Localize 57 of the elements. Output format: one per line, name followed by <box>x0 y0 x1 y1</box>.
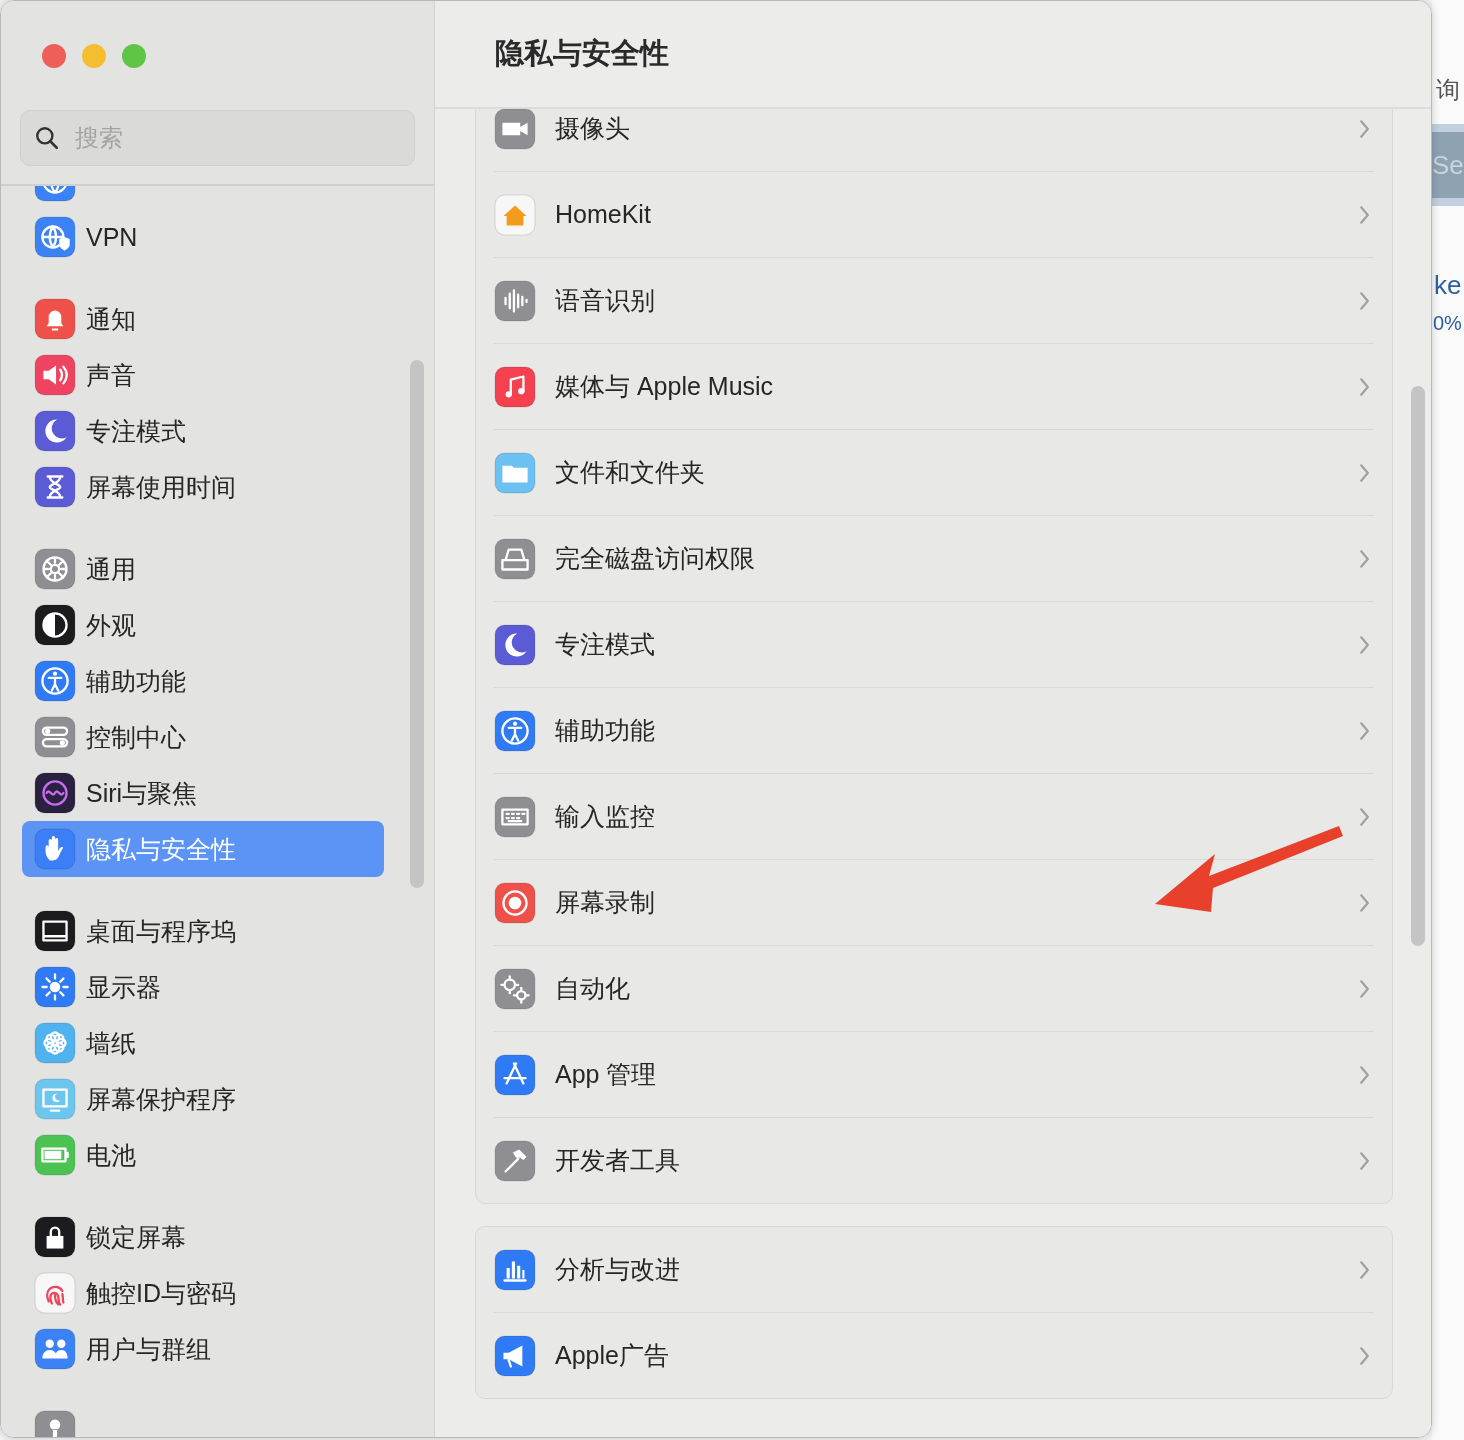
settings-row[interactable]: 语音识别 <box>494 258 1374 344</box>
chevron-icon <box>1359 376 1370 397</box>
sidebar-item[interactable]: 桌面与程序坞 <box>22 903 384 959</box>
chevron-icon <box>1359 1345 1370 1366</box>
scrollbar[interactable] <box>1411 386 1425 946</box>
minimize-button[interactable] <box>82 44 106 68</box>
settings-row[interactable]: 辅助功能 <box>494 688 1374 774</box>
close-button[interactable] <box>42 44 66 68</box>
chevron-icon <box>1359 806 1370 827</box>
settings-row[interactable]: 媒体与 Apple Music <box>494 344 1374 430</box>
sidebar-item[interactable]: 通知 <box>22 291 384 347</box>
background-text: 询 <box>1436 75 1460 105</box>
settings-row[interactable]: 专注模式 <box>494 602 1374 688</box>
sidebar-item[interactable]: 专注模式 <box>22 403 384 459</box>
search-icon <box>34 125 60 151</box>
chevron-icon <box>1359 634 1370 655</box>
sidebar-item[interactable]: 声音 <box>22 347 384 403</box>
settings-row[interactable]: 文件和文件夹 <box>494 430 1374 516</box>
sidebar-item[interactable]: VPN <box>22 209 384 265</box>
settings-row[interactable]: 摄像头 <box>494 109 1374 172</box>
settings-row[interactable]: 分析与改进 <box>494 1227 1374 1313</box>
settings-row[interactable]: App 管理 <box>494 1032 1374 1118</box>
chevron-icon <box>1359 548 1370 569</box>
settings-row[interactable]: HomeKit <box>494 172 1374 258</box>
search-bar: Se <box>1432 124 1464 206</box>
chevron-icon <box>1359 204 1370 225</box>
settings-row[interactable]: Apple广告 <box>494 1313 1374 1398</box>
sidebar-item[interactable]: 锁定屏幕 <box>22 1209 384 1265</box>
chevron-icon <box>1359 892 1370 913</box>
settings-row[interactable]: 开发者工具 <box>494 1118 1374 1203</box>
sidebar-item[interactable]: 触控ID与密码 <box>22 1265 384 1321</box>
chevron-icon <box>1359 1150 1370 1171</box>
chevron-icon <box>1359 978 1370 999</box>
sidebar-item[interactable]: 控制中心 <box>22 709 384 765</box>
sidebar-item[interactable]: 显示器 <box>22 959 384 1015</box>
sidebar-item[interactable]: 辅助功能 <box>22 653 384 709</box>
window-title: 隐私与安全性 <box>495 36 669 71</box>
scrollbar[interactable] <box>410 360 424 888</box>
sidebar-item[interactable]: 用户与群组 <box>22 1321 384 1377</box>
sidebar-item[interactable]: 通用 <box>22 541 384 597</box>
chevron-icon <box>1359 1259 1370 1280</box>
sidebar-item[interactable]: 外观 <box>22 597 384 653</box>
chevron-icon <box>1359 720 1370 741</box>
sidebar-item[interactable]: 屏幕保护程序 <box>22 1071 384 1127</box>
background-text: ke <box>1434 270 1462 301</box>
background-text: 0% <box>1433 312 1462 335</box>
settings-row[interactable]: 自动化 <box>494 946 1374 1032</box>
chevron-icon <box>1359 118 1370 139</box>
chevron-icon <box>1359 1064 1370 1085</box>
chevron-icon <box>1359 290 1370 311</box>
settings-row[interactable]: 完全磁盘访问权限 <box>494 516 1374 602</box>
chevron-icon <box>1359 462 1370 483</box>
sidebar-item[interactable]: 墙纸 <box>22 1015 384 1071</box>
sidebar-item[interactable]: Siri与聚焦 <box>22 765 384 821</box>
sidebar-item[interactable]: 屏幕使用时间 <box>22 459 384 515</box>
sidebar-item[interactable]: 电池 <box>22 1127 384 1183</box>
zoom-button[interactable] <box>122 44 146 68</box>
